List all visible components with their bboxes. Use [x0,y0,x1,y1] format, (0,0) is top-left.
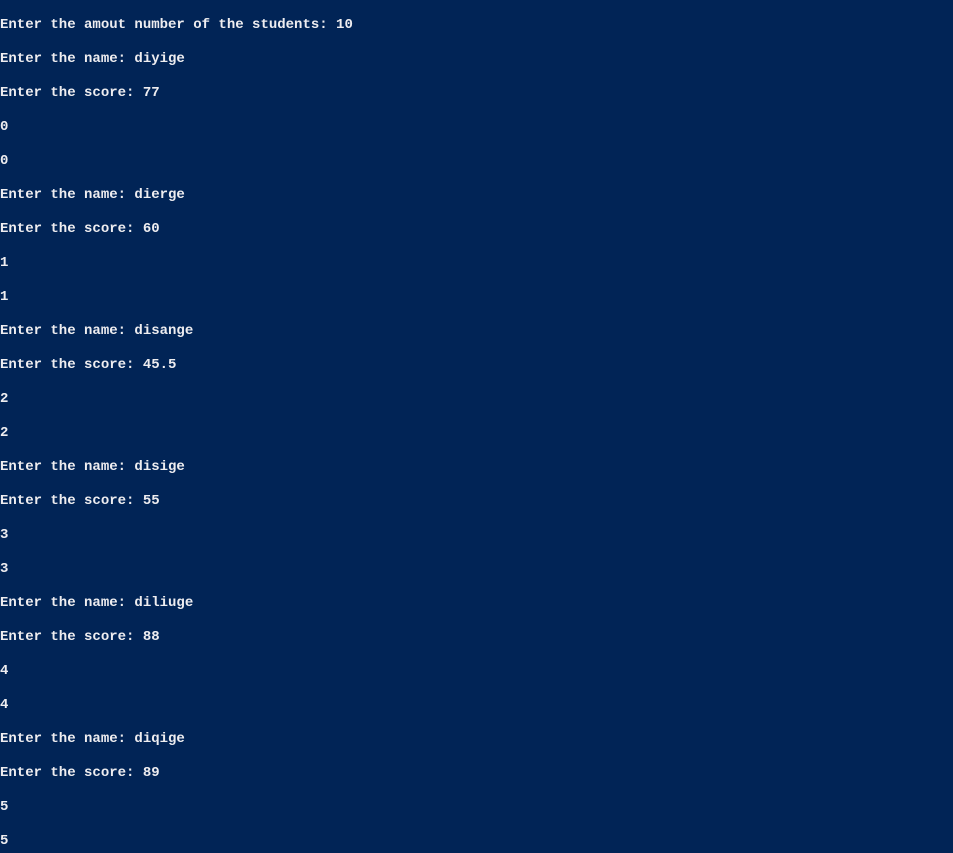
entry-name: Enter the name: diyige [0,51,953,68]
entry-name: Enter the name: diliuge [0,595,953,612]
entry-score: Enter the score: 89 [0,765,953,782]
entry-index: 2 [0,425,953,442]
entry-score: Enter the score: 60 [0,221,953,238]
entry-index: 4 [0,663,953,680]
entry-score: Enter the score: 88 [0,629,953,646]
entry-name: Enter the name: diqige [0,731,953,748]
entry-index: 4 [0,697,953,714]
entry-name: Enter the name: dierge [0,187,953,204]
entry-name: Enter the name: disige [0,459,953,476]
entry-score: Enter the score: 45.5 [0,357,953,374]
entry-index: 2 [0,391,953,408]
entry-index: 5 [0,833,953,850]
entry-index: 3 [0,561,953,578]
prompt-amount: Enter the amout number of the students: … [0,17,953,34]
entry-index: 1 [0,289,953,306]
entry-score: Enter the score: 55 [0,493,953,510]
entry-index: 0 [0,119,953,136]
entry-index: 5 [0,799,953,816]
terminal-output[interactable]: Enter the amout number of the students: … [0,0,953,853]
entry-index: 1 [0,255,953,272]
entry-name: Enter the name: disange [0,323,953,340]
entry-index: 3 [0,527,953,544]
entry-index: 0 [0,153,953,170]
entry-score: Enter the score: 77 [0,85,953,102]
